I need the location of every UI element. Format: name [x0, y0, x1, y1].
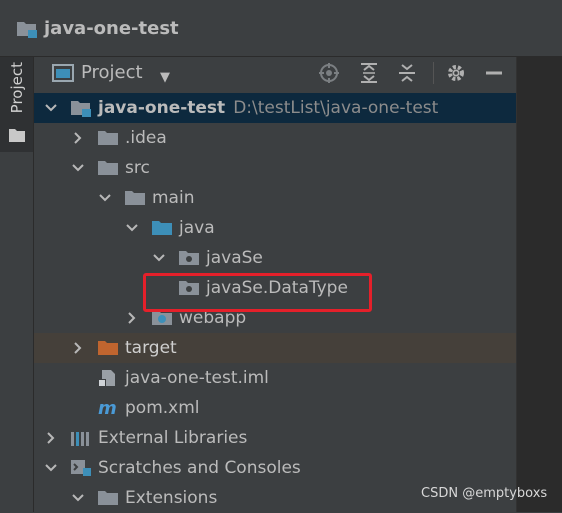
- folder-icon: [97, 129, 119, 147]
- tree-row-main[interactable]: main: [34, 183, 516, 213]
- module-folder-icon: [17, 22, 37, 38]
- libraries-icon: [70, 429, 92, 447]
- chevron-right-icon[interactable]: [71, 131, 85, 145]
- module-file-icon: [97, 369, 119, 387]
- chevron-down-icon[interactable]: [44, 101, 58, 115]
- tree-label-idea: .idea: [125, 128, 167, 148]
- watermark: CSDN @emptyboxs: [421, 486, 548, 501]
- package-icon: [178, 249, 200, 267]
- editor-area: [516, 57, 562, 512]
- tree-row-root[interactable]: java-one-test D:\testList\java-one-test: [34, 93, 516, 123]
- maven-icon: m: [97, 399, 119, 417]
- project-side-tab-label[interactable]: Project: [8, 62, 26, 113]
- folder-icon: [97, 489, 119, 507]
- tree-row-java[interactable]: java: [34, 213, 516, 243]
- chevron-down-icon[interactable]: [44, 461, 58, 475]
- scratches-icon: [70, 459, 92, 477]
- chevron-right-icon[interactable]: [71, 341, 85, 355]
- minimize-icon[interactable]: [483, 62, 505, 84]
- tree-label-javase: javaSe: [206, 248, 263, 268]
- chevron-down-icon[interactable]: ▼: [160, 70, 170, 85]
- breadcrumb-project-name[interactable]: java-one-test: [44, 18, 179, 39]
- chevron-down-icon[interactable]: [152, 251, 166, 265]
- tree-row-pom[interactable]: m pom.xml: [34, 393, 516, 423]
- locate-icon[interactable]: [318, 62, 340, 84]
- tree-row-idea[interactable]: .idea: [34, 123, 516, 153]
- tree-label-java: java: [179, 218, 215, 238]
- tree-label-scratches: Scratches and Consoles: [98, 458, 301, 478]
- collapse-all-icon[interactable]: [396, 62, 418, 84]
- tree-label-root: java-one-test: [98, 98, 226, 118]
- tree-label-extensions: Extensions: [125, 488, 218, 508]
- excluded-folder-icon: [97, 339, 119, 357]
- tree-root-path: D:\testList\java-one-test: [233, 98, 439, 118]
- expand-all-icon[interactable]: [358, 62, 380, 84]
- chevron-right-icon[interactable]: [44, 431, 58, 445]
- tree-label-target: target: [125, 338, 177, 358]
- tree-label-src: src: [125, 158, 150, 178]
- project-view-icon: [52, 64, 74, 82]
- tree-row-iml[interactable]: java-one-test.iml: [34, 363, 516, 393]
- tree-label-main: main: [152, 188, 195, 208]
- tree-label-external-libraries: External Libraries: [98, 428, 248, 448]
- tree-row-external-libraries[interactable]: External Libraries: [34, 423, 516, 453]
- chevron-down-icon[interactable]: [71, 161, 85, 175]
- chevron-down-icon[interactable]: [71, 491, 85, 505]
- svg-text:m: m: [98, 399, 117, 417]
- chevron-down-icon[interactable]: [125, 221, 139, 235]
- tree-row-target[interactable]: target: [34, 333, 516, 363]
- folder-icon[interactable]: [9, 128, 25, 142]
- source-folder-icon: [151, 219, 173, 237]
- tree-row-scratches[interactable]: Scratches and Consoles: [34, 453, 516, 483]
- folder-icon: [97, 159, 119, 177]
- tree-row-src[interactable]: src: [34, 153, 516, 183]
- folder-icon: [124, 189, 146, 207]
- toolbar-divider: [433, 62, 434, 84]
- gear-icon[interactable]: [445, 62, 467, 84]
- tree-label-pom: pom.xml: [125, 398, 200, 418]
- project-view-selector[interactable]: Project: [81, 62, 143, 83]
- chevron-right-icon[interactable]: [125, 311, 139, 325]
- breadcrumb: java-one-test: [0, 0, 562, 57]
- chevron-down-icon[interactable]: [98, 191, 112, 205]
- tree-row-javase[interactable]: javaSe: [34, 243, 516, 273]
- module-folder-icon: [70, 99, 92, 117]
- tree-label-iml: java-one-test.iml: [125, 368, 269, 388]
- annotation-highlight-box: [143, 273, 372, 312]
